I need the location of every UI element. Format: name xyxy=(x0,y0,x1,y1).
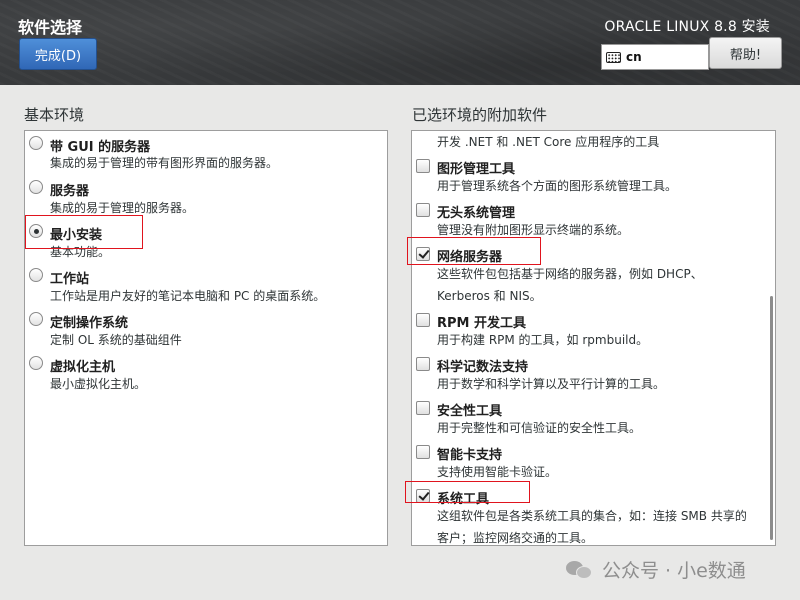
radio-button[interactable] xyxy=(29,268,43,282)
help-button[interactable]: 帮助! xyxy=(709,37,782,69)
addon-desc: 用于完整性和可信验证的安全性工具。 xyxy=(437,421,642,435)
addon-desc: 用于数学和科学计算以及平行计算的工具。 xyxy=(437,377,666,391)
addons-scrollbar[interactable] xyxy=(770,296,773,540)
addon-desc-line2: Kerberos 和 NIS。 xyxy=(437,289,542,303)
watermark-text: 公众号 · 小e数通 xyxy=(602,560,746,582)
product-title: ORACLE LINUX 8.8 安装 xyxy=(604,19,770,35)
checkbox[interactable] xyxy=(416,401,430,415)
highlight-box-system-tools xyxy=(405,481,530,503)
radio-button[interactable] xyxy=(29,356,43,370)
highlight-box-network-servers xyxy=(407,237,541,265)
env-option-desc: 工作站是用户友好的笔记本电脑和 PC 的桌面系统。 xyxy=(50,289,326,303)
addon-desc: 用于构建 RPM 的工具，如 rpmbuild。 xyxy=(437,333,649,347)
checkbox[interactable] xyxy=(416,159,430,173)
watermark: 公众号 · 小e数通 xyxy=(566,556,746,583)
env-option-desc: 集成的易于管理的带有图形界面的服务器。 xyxy=(50,156,279,170)
done-button[interactable]: 完成(D) xyxy=(19,38,97,70)
radio-button[interactable] xyxy=(29,136,43,150)
addons-title: 已选环境的附加软件 xyxy=(412,106,548,124)
highlight-box-minimal xyxy=(25,215,143,249)
keyboard-layout-label: cn xyxy=(626,50,642,64)
base-env-title: 基本环境 xyxy=(24,106,85,124)
addon-desc: 这组软件包是各类系统工具的集合，如：连接 SMB 共享的 xyxy=(437,509,747,523)
checkbox[interactable] xyxy=(416,313,430,327)
radio-button[interactable] xyxy=(29,180,43,194)
addon-desc-line2: 客户；监控网络交通的工具。 xyxy=(437,531,594,545)
addon-desc: 用于管理系统各个方面的图形系统管理工具。 xyxy=(437,179,678,193)
radio-button[interactable] xyxy=(29,312,43,326)
addon-desc-partial: 开发 .NET 和 .NET Core 应用程序的工具 xyxy=(437,135,660,149)
base-env-list: 带 GUI 的服务器 集成的易于管理的带有图形界面的服务器。 服务器 集成的易于… xyxy=(24,130,388,546)
env-option-desc: 定制 OL 系统的基础组件 xyxy=(50,333,182,347)
addon-desc: 这些软件包包括基于网络的服务器，例如 DHCP、 xyxy=(437,267,703,281)
header-bar: 软件选择 完成(D) ORACLE LINUX 8.8 安装 cn 帮助! xyxy=(0,0,800,85)
checkbox[interactable] xyxy=(416,357,430,371)
wechat-icon xyxy=(566,559,594,581)
addon-desc: 支持使用智能卡验证。 xyxy=(437,465,558,479)
keyboard-layout-indicator[interactable]: cn xyxy=(601,44,709,70)
checkbox[interactable] xyxy=(416,445,430,459)
checkbox[interactable] xyxy=(416,203,430,217)
spoke-title: 软件选择 xyxy=(18,18,83,37)
keyboard-icon xyxy=(606,51,621,63)
env-option-desc: 最小虚拟化主机。 xyxy=(50,377,147,391)
